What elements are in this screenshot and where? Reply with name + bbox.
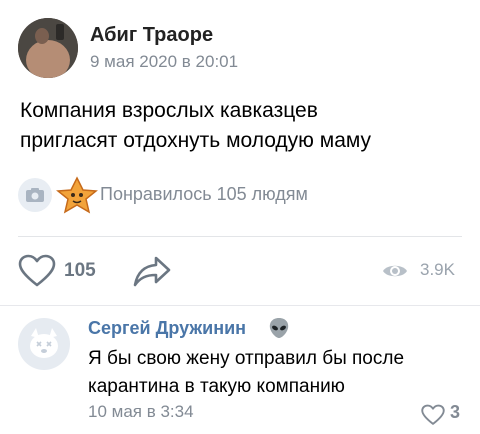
section-divider [0, 305, 480, 306]
divider [18, 236, 462, 237]
likers-avatars[interactable] [18, 176, 98, 214]
share-icon[interactable] [132, 254, 172, 288]
comment-heart-icon[interactable] [421, 404, 445, 426]
post-author-name[interactable]: Абиг Траоре [90, 24, 213, 47]
comment-like-count: 3 [450, 402, 461, 422]
comment-author-name[interactable]: Сергей Дружинин [88, 318, 246, 339]
star-sticker-icon [52, 176, 102, 214]
liked-by-text[interactable]: Понравилось 105 людям [100, 184, 308, 205]
like-count: 105 [64, 260, 96, 281]
camera-icon [18, 178, 52, 212]
comment-date: 10 мая в 3:34 [88, 402, 194, 421]
alien-icon [267, 316, 291, 340]
dog-avatar-icon[interactable] [18, 318, 70, 370]
author-avatar[interactable] [18, 18, 78, 78]
heart-icon[interactable] [18, 254, 56, 288]
eye-icon [382, 261, 408, 281]
post-text: Компания взрослых кавказцев пригласят от… [20, 99, 372, 152]
comment-text: Я бы свою жену отправил бы после каранти… [88, 348, 405, 397]
view-count: 3.9K [420, 260, 455, 279]
post-date: 9 мая 2020 в 20:01 [90, 52, 239, 71]
